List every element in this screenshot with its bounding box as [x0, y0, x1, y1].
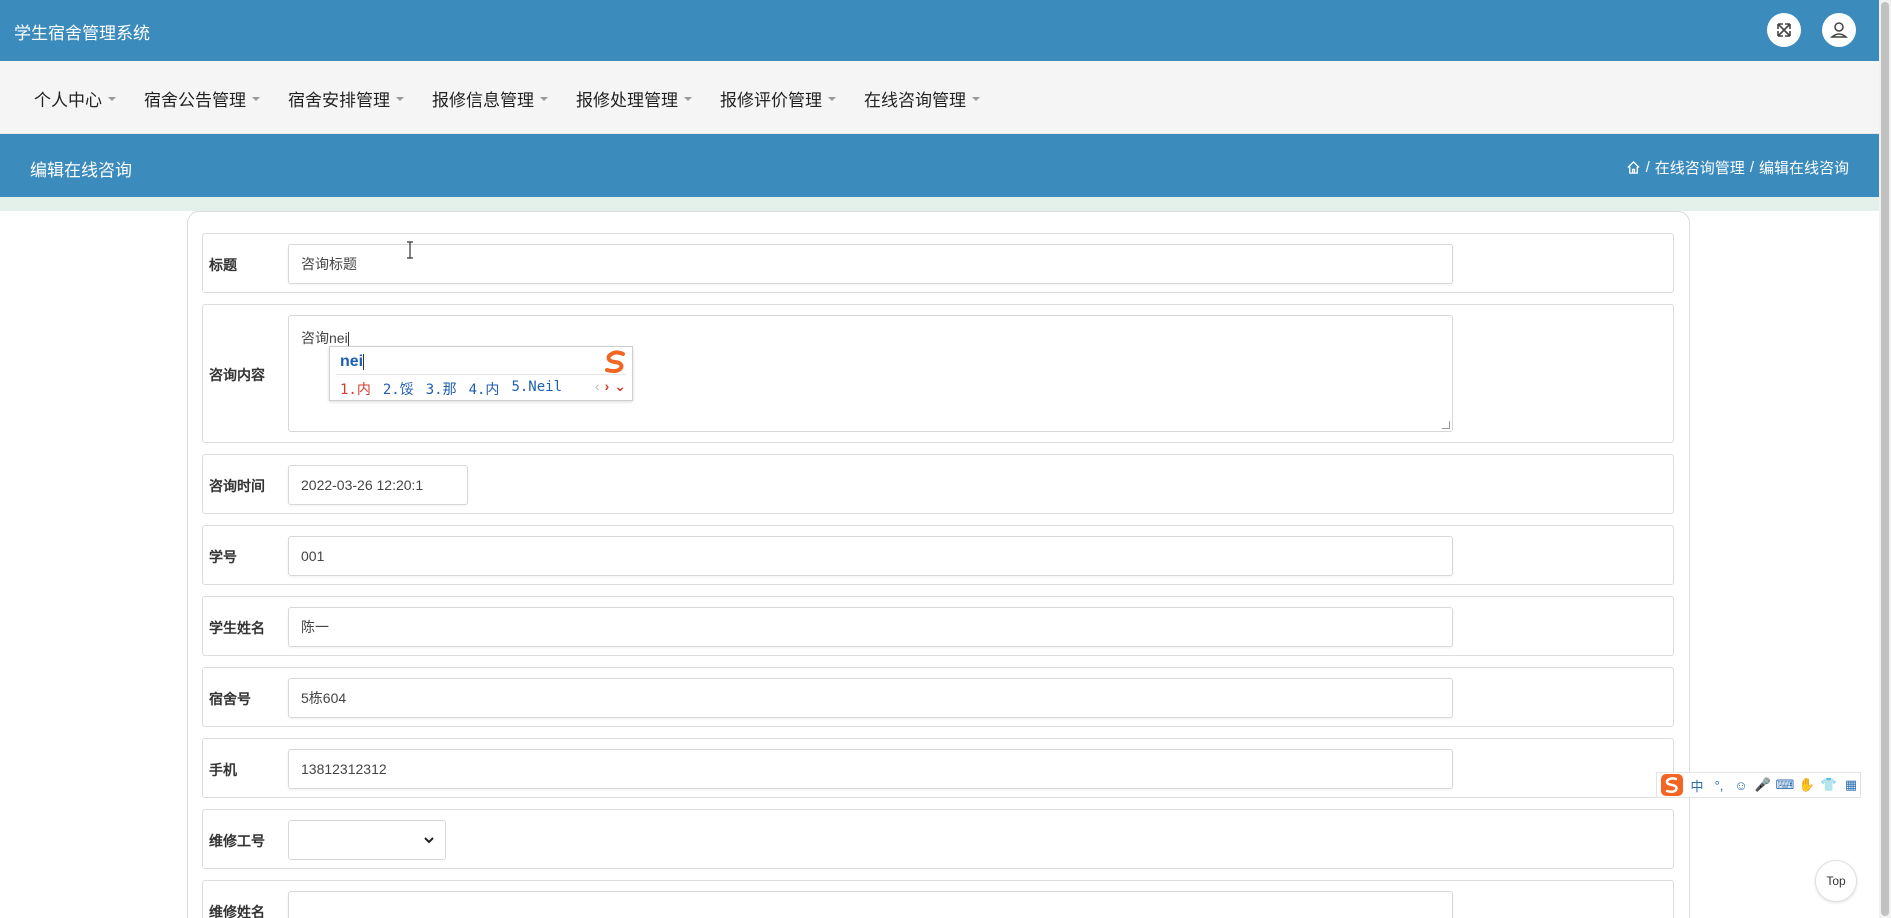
- scrollbar-thumb[interactable]: [1881, 2, 1889, 916]
- caret-down-icon: [828, 96, 836, 101]
- student-name-input[interactable]: 陈一: [288, 607, 1453, 647]
- breadcrumb-item-online-consult[interactable]: 在线咨询管理: [1655, 157, 1745, 178]
- ime-composition-text: nei: [340, 353, 364, 370]
- nav-item-repair-info[interactable]: 报修信息管理: [432, 86, 548, 111]
- ime-candidate[interactable]: 1.内: [340, 379, 371, 399]
- nav-item-personal-center[interactable]: 个人中心: [34, 86, 116, 111]
- form-row-student-name: 学生姓名 陈一: [202, 596, 1674, 656]
- page-header: 编辑在线咨询 / 在线咨询管理 / 编辑在线咨询: [0, 134, 1879, 197]
- chevron-down-icon: [424, 837, 434, 844]
- caret-down-icon: [108, 96, 116, 101]
- user-menu-button[interactable]: [1822, 13, 1856, 47]
- nav-item-label: 报修评价管理: [720, 91, 822, 110]
- phone-label: 手机: [209, 762, 237, 778]
- breadcrumb-separator: /: [1645, 159, 1650, 176]
- caret: [363, 353, 365, 370]
- repair-name-input[interactable]: [288, 891, 1453, 918]
- ime-punctuation-icon[interactable]: °,: [1710, 776, 1728, 794]
- user-icon: [1829, 22, 1849, 38]
- phone-input[interactable]: 13812312312: [288, 749, 1453, 789]
- resize-handle[interactable]: [1442, 421, 1450, 429]
- repair-id-select[interactable]: [288, 820, 446, 860]
- page-title: 编辑在线咨询: [30, 161, 132, 180]
- breadcrumb-item-current: 编辑在线咨询: [1758, 160, 1849, 177]
- nav-item-label: 在线咨询管理: [864, 91, 966, 110]
- ime-keyboard-icon[interactable]: ⌨: [1776, 776, 1795, 794]
- ime-composition: nei: [340, 353, 365, 371]
- caret-down-icon: [684, 96, 692, 101]
- ime-emoji-icon[interactable]: ☺: [1732, 776, 1750, 794]
- ime-toolbox-icon[interactable]: ▦: [1842, 776, 1860, 794]
- content-background-strip: [0, 197, 1879, 211]
- ime-toolbar: 中 °, ☺ 🎤 ⌨ ✋ 👕 ▦: [1656, 772, 1861, 798]
- student-id-label: 学号: [209, 549, 237, 565]
- nav-item-label: 宿舍公告管理: [144, 91, 246, 110]
- student-id-input[interactable]: 001: [288, 536, 1453, 576]
- ime-divider: [336, 374, 626, 375]
- top-bar: 学生宿舍管理系统: [0, 0, 1879, 61]
- form-row-student-id: 学号 001: [202, 525, 1674, 585]
- caret-down-icon: [252, 96, 260, 101]
- form-row-phone: 手机 13812312312: [202, 738, 1674, 798]
- caret-down-icon: [396, 96, 404, 101]
- caret-down-icon: [972, 96, 980, 101]
- form-row-dorm-no: 宿舍号 5栋604: [202, 667, 1674, 727]
- content-label: 咨询内容: [209, 367, 265, 383]
- form-row-repair-id: 维修工号: [202, 809, 1674, 869]
- fullscreen-icon: [1777, 23, 1791, 37]
- student-name-label: 学生姓名: [209, 620, 265, 636]
- nav-item-label: 报修处理管理: [576, 91, 678, 110]
- ime-candidate-popup: nei 1.内 2.馁 3.那 4.内 5.Neil ‹ › ⌄: [329, 346, 633, 401]
- sogou-logo-icon: [605, 350, 625, 374]
- caret-down-icon: [540, 96, 548, 101]
- ime-candidates: 1.内 2.馁 3.那 4.内 5.Neil: [340, 379, 562, 399]
- form-row-title: 标题 咨询标题: [202, 233, 1674, 293]
- nav-item-label: 个人中心: [34, 91, 102, 110]
- nav-item-label: 报修信息管理: [432, 91, 534, 110]
- main-nav: 个人中心 宿舍公告管理 宿舍安排管理 报修信息管理 报修处理管理 报修评价管理 …: [0, 61, 1879, 134]
- title-label: 标题: [209, 257, 237, 273]
- page-scrollbar[interactable]: [1879, 0, 1891, 918]
- ime-prev-page-icon[interactable]: ‹: [595, 378, 600, 395]
- nav-item-dorm-notice[interactable]: 宿舍公告管理: [144, 86, 260, 111]
- ime-voice-icon[interactable]: 🎤: [1754, 776, 1772, 794]
- back-to-top-button[interactable]: Top: [1815, 860, 1857, 902]
- ime-candidate[interactable]: 2.馁: [383, 379, 414, 399]
- app-title: 学生宿舍管理系统: [14, 24, 150, 43]
- nav-item-repair-review[interactable]: 报修评价管理: [720, 86, 836, 111]
- caret: [347, 331, 349, 347]
- fullscreen-button[interactable]: [1767, 13, 1801, 47]
- ime-handwriting-icon[interactable]: ✋: [1798, 776, 1816, 794]
- time-input[interactable]: 2022-03-26 12:20:1: [288, 465, 468, 505]
- ime-skin-icon[interactable]: 👕: [1820, 776, 1838, 794]
- ime-next-page-icon[interactable]: ›: [605, 378, 610, 395]
- ime-expand-icon[interactable]: ⌄: [614, 378, 626, 395]
- breadcrumb: / 在线咨询管理 / 编辑在线咨询: [1626, 157, 1849, 178]
- nav-item-online-consult[interactable]: 在线咨询管理: [864, 86, 980, 111]
- nav-item-label: 宿舍安排管理: [288, 91, 390, 110]
- nav-item-repair-handling[interactable]: 报修处理管理: [576, 86, 692, 111]
- dorm-no-input[interactable]: 5栋604: [288, 678, 1453, 718]
- time-label: 咨询时间: [209, 478, 265, 494]
- title-input[interactable]: 咨询标题: [288, 244, 1453, 284]
- repair-name-label: 维修姓名: [209, 904, 265, 918]
- ime-candidate[interactable]: 4.内: [469, 379, 500, 399]
- form-row-time: 咨询时间 2022-03-26 12:20:1: [202, 454, 1674, 514]
- ime-candidate[interactable]: 5.Neil: [511, 379, 562, 399]
- text-cursor-icon: [407, 241, 413, 259]
- nav-item-dorm-arrangement[interactable]: 宿舍安排管理: [288, 86, 404, 111]
- sogou-logo-icon[interactable]: [1660, 773, 1684, 797]
- ime-chinese-mode-icon[interactable]: 中: [1688, 776, 1706, 794]
- repair-id-label: 维修工号: [209, 833, 265, 849]
- content-text: 咨询nei: [301, 330, 348, 346]
- breadcrumb-separator: /: [1749, 159, 1754, 176]
- home-icon[interactable]: [1626, 160, 1641, 175]
- form-row-repair-name: 维修姓名: [202, 880, 1674, 918]
- dorm-no-label: 宿舍号: [209, 691, 251, 707]
- ime-paging: ‹ › ⌄: [595, 378, 626, 395]
- ime-candidate[interactable]: 3.那: [426, 379, 457, 399]
